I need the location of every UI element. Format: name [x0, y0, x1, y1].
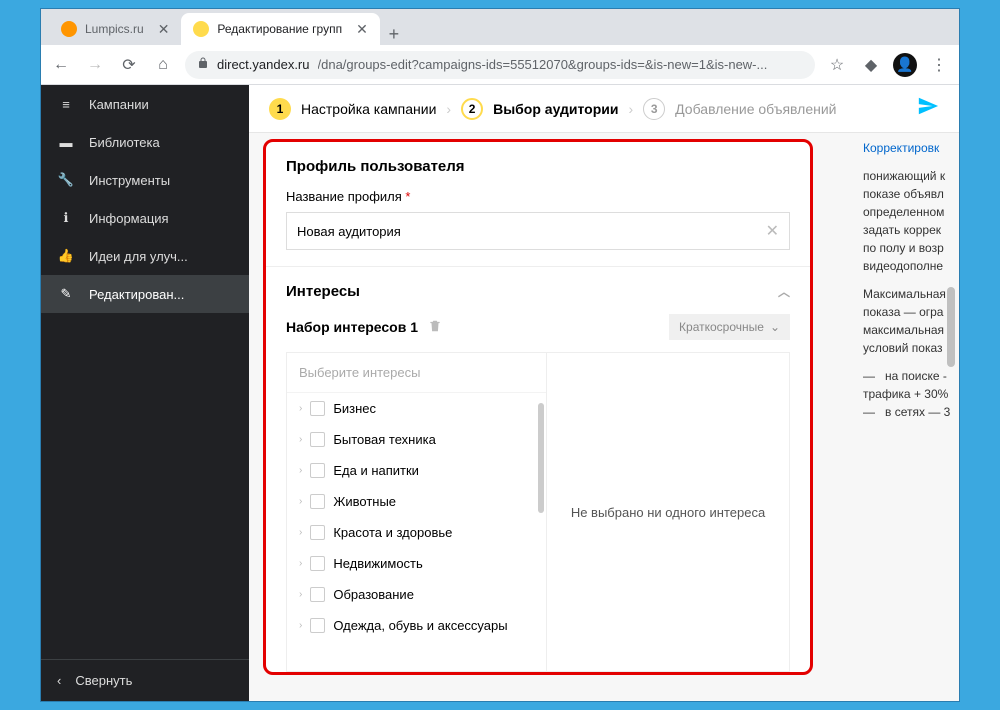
clear-icon[interactable]: ✕	[766, 221, 779, 241]
profile-heading: Профиль пользователя	[286, 158, 790, 175]
interests-search-input[interactable]: Выберите интересы	[287, 353, 546, 393]
lock-icon	[197, 57, 209, 72]
chevron-down-icon: ⌄	[770, 320, 780, 334]
interest-category-item[interactable]: ›Еда и напитки	[287, 455, 546, 486]
interest-category-item[interactable]: ›Образование	[287, 579, 546, 610]
new-tab-button[interactable]: +	[380, 24, 408, 45]
sidebar-item[interactable]: ▬Библиотека	[41, 123, 249, 161]
main-content: 1 Настройка кампании › 2 Выбор аудитории › 3 До…	[249, 85, 959, 701]
chevron-right-icon: ›	[299, 589, 302, 600]
book-icon: ▬	[57, 135, 75, 150]
interest-category-item[interactable]: ›Животные	[287, 486, 546, 517]
sidebar-item[interactable]: 👍Идеи для улуч...	[41, 237, 249, 275]
interest-category-item[interactable]: ›Бытовая техника	[287, 424, 546, 455]
category-checkbox[interactable]	[310, 401, 325, 416]
forward-button[interactable]: →	[83, 56, 107, 74]
chevron-right-icon: ›	[299, 465, 302, 476]
category-checkbox[interactable]	[310, 432, 325, 447]
wrench-icon: 🔧	[57, 172, 75, 188]
thumb-icon: 👍	[57, 248, 75, 264]
interest-category-item[interactable]: ›Красота и здоровье	[287, 517, 546, 548]
interest-type-select[interactable]: Краткосрочные ⌄	[669, 314, 790, 340]
interests-empty-message: Не выбрано ни одного интереса	[547, 353, 789, 671]
url-path: /dna/groups-edit?campaigns-ids=55512070&…	[318, 57, 768, 72]
chevron-right-icon: ›	[446, 101, 451, 117]
info-icon: ℹ	[57, 210, 75, 226]
sidebar-item[interactable]: ≡Кампании	[41, 85, 249, 123]
interests-heading: Интересы	[286, 283, 360, 300]
pencil-icon: ✎	[57, 286, 75, 302]
browser-toolbar: ← → ⟳ ⌂ direct.yandex.ru/dna/groups-edit…	[41, 45, 959, 85]
delete-set-icon[interactable]	[428, 319, 442, 336]
chevron-right-icon: ›	[299, 527, 302, 538]
category-checkbox[interactable]	[310, 556, 325, 571]
home-button[interactable]: ⌂	[151, 56, 175, 74]
step-label[interactable]: Выбор аудитории	[493, 101, 618, 117]
chevron-right-icon: ›	[299, 496, 302, 507]
tab-favicon	[61, 21, 77, 37]
tab-close-icon[interactable]: ✕	[158, 21, 170, 38]
chevron-right-icon: ›	[629, 101, 634, 117]
category-checkbox[interactable]	[310, 618, 325, 633]
send-button[interactable]	[917, 95, 939, 123]
profile-name-label: Название профиля *	[286, 189, 790, 204]
category-checkbox[interactable]	[310, 525, 325, 540]
profile-panel: Профиль пользователя Название профиля * …	[263, 139, 813, 675]
sidebar-item[interactable]: ℹИнформация	[41, 199, 249, 237]
step-number: 2	[461, 98, 483, 120]
profile-avatar[interactable]: 👤	[893, 53, 917, 77]
browser-tab[interactable]: Lumpics.ru✕	[49, 13, 181, 45]
step-label[interactable]: Настройка кампании	[301, 101, 436, 117]
scrollbar-thumb[interactable]	[538, 403, 544, 513]
extension-button[interactable]: ◆	[859, 55, 883, 75]
bookmark-button[interactable]: ☆	[825, 55, 849, 75]
chevron-right-icon: ›	[299, 620, 302, 631]
help-link[interactable]: Корректировк	[863, 141, 939, 155]
interest-category-item[interactable]: ›Одежда, обувь и аксессуары	[287, 610, 546, 641]
collapse-icon[interactable]: ︿	[778, 283, 790, 300]
browser-tab[interactable]: Редактирование групп✕	[181, 13, 379, 45]
menu-button[interactable]: ⋮	[927, 55, 951, 75]
chevron-right-icon: ›	[299, 403, 302, 414]
category-checkbox[interactable]	[310, 587, 325, 602]
chevron-right-icon: ›	[299, 558, 302, 569]
tab-close-icon[interactable]: ✕	[356, 21, 368, 38]
step-number: 3	[643, 98, 665, 120]
sidebar-item[interactable]: 🔧Инструменты	[41, 161, 249, 199]
interest-category-item[interactable]: ›Недвижимость	[287, 548, 546, 579]
address-bar[interactable]: direct.yandex.ru/dna/groups-edit?campaig…	[185, 51, 815, 79]
interest-set-label: Набор интересов 1	[286, 319, 418, 335]
step-label[interactable]: Добавление объявлений	[675, 101, 836, 117]
back-button[interactable]: ←	[49, 56, 73, 74]
interest-category-item[interactable]: ›Бизнес	[287, 393, 546, 424]
sidebar-item[interactable]: ✎Редактирован...	[41, 275, 249, 313]
sidebar: ≡Кампании▬Библиотека🔧ИнструментыℹИнформа…	[41, 85, 249, 701]
reload-button[interactable]: ⟳	[117, 55, 141, 75]
url-domain: direct.yandex.ru	[217, 57, 310, 72]
menu-icon: ≡	[57, 97, 75, 112]
category-checkbox[interactable]	[310, 494, 325, 509]
profile-name-input[interactable]: Новая аудитория ✕	[286, 212, 790, 250]
tab-favicon	[193, 21, 209, 37]
scrollbar-thumb[interactable]	[947, 287, 955, 367]
step-number: 1	[269, 98, 291, 120]
category-checkbox[interactable]	[310, 463, 325, 478]
main-scrollbar[interactable]	[945, 87, 957, 699]
sidebar-collapse-button[interactable]: ‹Свернуть	[41, 659, 249, 701]
step-breadcrumb: 1 Настройка кампании › 2 Выбор аудитории › 3 До…	[249, 85, 959, 133]
chevron-left-icon: ‹	[57, 673, 61, 688]
tab-strip: Lumpics.ru✕Редактирование групп✕+	[41, 9, 959, 45]
chevron-right-icon: ›	[299, 434, 302, 445]
